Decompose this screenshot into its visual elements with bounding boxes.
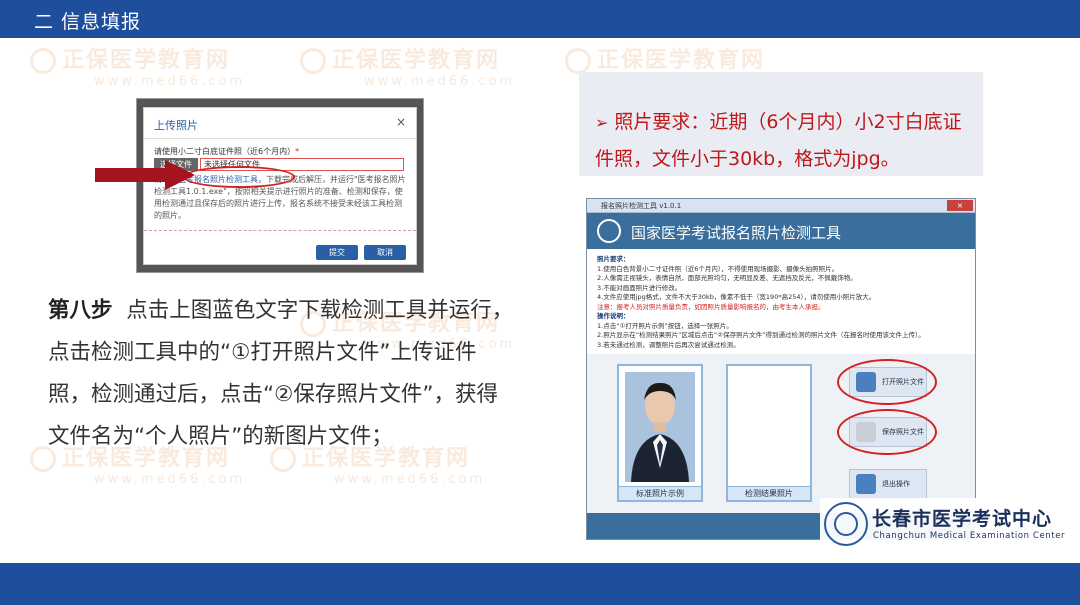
portrait-image (625, 372, 695, 482)
header-bar: 二 信息填报 (0, 0, 1080, 38)
pointer-arrow-icon (95, 160, 195, 190)
section-title: 二 信息填报 (34, 11, 142, 33)
window-titlebar: 报名照片检测工具 v1.0.1 × (587, 199, 975, 213)
seal-icon (824, 502, 868, 546)
result-caption: 检测结果照片 (728, 486, 810, 500)
sample-portrait (625, 372, 695, 482)
close-icon[interactable]: × (947, 200, 973, 211)
emblem-icon (597, 219, 621, 243)
requirement-text: 照片要求：近期（6个月内）小2寸白底证件照，文件小于30kb，格式为jpg。 (595, 111, 962, 170)
photo-check-tool-window: 报名照片检测工具 v1.0.1 × 国家医学考试报名照片检测工具 照片要求： 1… (586, 198, 976, 540)
operation-line: 1.点击“①打开照片示例”按钮，选择一张照片。 (597, 321, 733, 330)
photo-field-label: 请使用小二寸白底证件照（近6个月内）* (154, 147, 300, 156)
divider (144, 230, 416, 231)
watermark: 正保医学教育网 www.med66.com (30, 42, 245, 89)
tool-instructions: 照片要求： 1.使用白色背景小二寸证件照（近6个月内），不得使用现场摄影、摄像头… (597, 255, 967, 350)
requirement-line: 3.不能对画面照片进行修改。 (597, 283, 682, 292)
exit-button[interactable]: 退出操作 (849, 469, 927, 499)
highlight-circle (837, 409, 937, 455)
sample-caption: 标准照片示例 (619, 486, 701, 500)
footer-bar (0, 563, 1080, 605)
step-number: 第八步 (48, 298, 113, 323)
tool-name: 国家医学考试报名照片检测工具 (631, 224, 842, 242)
highlight-ellipse (183, 166, 295, 188)
dialog-title: 上传照片 (154, 119, 198, 132)
center-name-cn: 长春市医学考试中心 (872, 508, 1053, 530)
highlight-circle (837, 359, 937, 405)
step-body: 点击上图蓝色文字下载检测工具并运行，点击检测工具中的“①打开照片文件”上传证件照… (48, 298, 514, 449)
divider (144, 138, 416, 139)
exit-arrow-icon (856, 474, 876, 494)
warning-line: 注意：报考人员对照片质量负责，如因照片质量影响报名的，由考生本人承担。 (597, 302, 825, 311)
sample-photo-frame: 标准照片示例 (617, 364, 703, 502)
center-name-en: Changchun Medical Examination Center (873, 531, 1066, 541)
requirements-heading: 照片要求： (597, 255, 630, 263)
watermark: 正保医学教育网 www.med66.com (300, 42, 515, 89)
requirement-line: 2.人像需正视镜头，表情自然，面部光照均匀，无明显反差、无遮挡及反光，不佩戴饰物… (597, 274, 857, 282)
watermark-logo-icon (30, 48, 56, 74)
cancel-button[interactable]: 取消 (364, 245, 406, 260)
close-icon[interactable]: × (396, 115, 406, 129)
step-instruction: 第八步 点击上图蓝色文字下载检测工具并运行，点击检测工具中的“①打开照片文件”上… (48, 290, 518, 458)
arrow-bullet-icon: ➢ (595, 113, 609, 132)
photo-requirement-box: ➢ 照片要求：近期（6个月内）小2寸白底证件照，文件小于30kb，格式为jpg。 (579, 72, 983, 176)
requirement-line: 4.文件应使用jpg格式，文件不大于30kb，像素不低于（宽190*高254），… (597, 293, 876, 301)
watermark-logo-icon (565, 48, 591, 74)
center-logo: 长春市医学考试中心 Changchun Medical Examination … (820, 498, 1070, 550)
operation-line: 3.若未通过检测，调整照片后再次尝试通过检测。 (597, 340, 740, 349)
submit-button[interactable]: 提交 (316, 245, 358, 260)
window-title: 报名照片检测工具 v1.0.1 (601, 202, 682, 210)
result-photo-frame: 检测结果照片 (726, 364, 812, 502)
operation-heading: 操作说明： (597, 312, 630, 320)
requirement-line: 1.使用白色背景小二寸证件照（近6个月内），不得使用现场摄影、摄像头拍照照片。 (597, 264, 839, 273)
tool-header: 国家医学考试报名照片检测工具 (587, 213, 975, 249)
watermark-logo-icon (300, 48, 326, 74)
operation-line: 2.照片显示在“检测结果照片”区域后点击“②保存照片文件”得到通过检测的照片文件… (597, 331, 925, 339)
